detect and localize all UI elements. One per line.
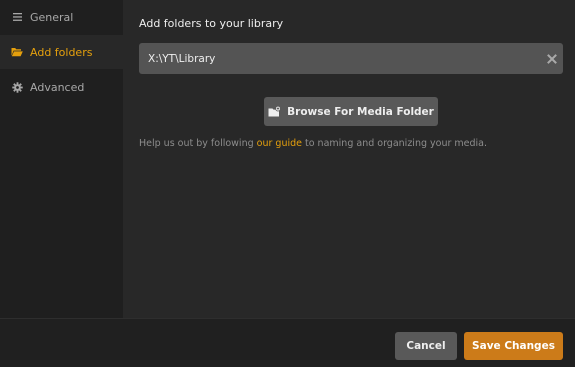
- library-settings-dialog: General Add folders Advanced Add folders…: [0, 0, 575, 367]
- dialog-footer: Cancel Save Changes: [0, 318, 575, 367]
- sidebar: General Add folders Advanced: [0, 0, 123, 318]
- help-text-before: Help us out by following: [139, 138, 257, 149]
- sidebar-item-advanced[interactable]: Advanced: [0, 70, 123, 104]
- folder-path-input[interactable]: [148, 52, 541, 65]
- help-text: Help us out by following our guide to na…: [139, 138, 487, 149]
- page-title: Add folders to your library: [139, 17, 284, 30]
- folder-open-icon: [11, 46, 23, 58]
- save-changes-button[interactable]: Save Changes: [464, 332, 563, 360]
- browse-media-folder-button[interactable]: Browse For Media Folder: [264, 97, 438, 126]
- browse-button-label: Browse For Media Folder: [287, 105, 434, 118]
- sidebar-item-label: Advanced: [30, 80, 85, 94]
- sidebar-item-label: General: [30, 10, 74, 24]
- close-icon: [547, 53, 557, 64]
- sidebar-item-label: Add folders: [30, 45, 93, 59]
- folder-add-icon: [268, 106, 281, 117]
- guide-link[interactable]: our guide: [257, 138, 302, 149]
- remove-folder-button[interactable]: [541, 43, 563, 74]
- main-panel: Add folders to your library Browse For M…: [123, 0, 575, 318]
- gear-icon: [11, 81, 23, 93]
- folder-path-field: [139, 43, 563, 74]
- menu-lines-icon: [11, 11, 23, 23]
- sidebar-item-add-folders[interactable]: Add folders: [0, 35, 123, 69]
- help-text-after: to naming and organizing your media.: [301, 138, 488, 149]
- sidebar-item-general[interactable]: General: [0, 0, 123, 34]
- cancel-button[interactable]: Cancel: [395, 332, 457, 360]
